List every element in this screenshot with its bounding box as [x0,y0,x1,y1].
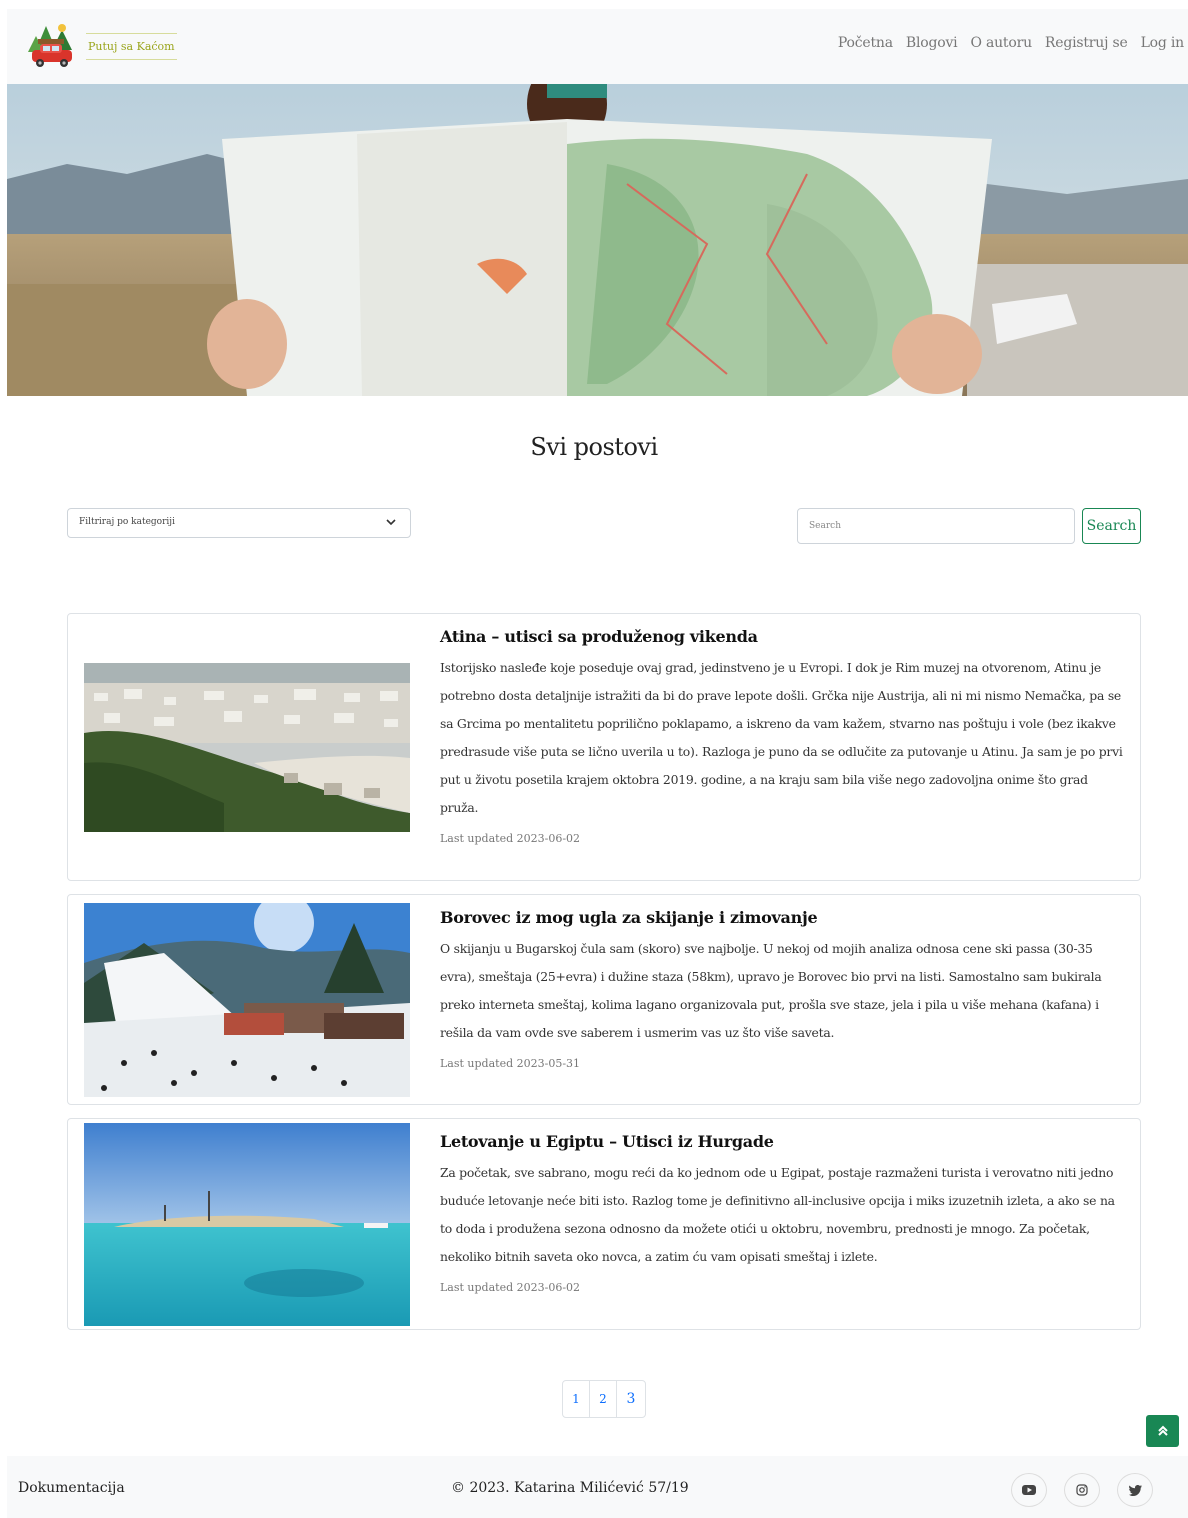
post-excerpt: Za početak, sve sabrano, mogu reći da ko… [440,1165,1115,1264]
post-card[interactable]: Borovec iz mog ugla za skijanje i zimova… [67,894,1141,1105]
navbar: Putuj sa Kaćom Početna Blogovi O autoru … [7,9,1188,84]
post-card[interactable]: Atina – utisci sa produženog vikenda Ist… [67,613,1141,881]
nav-item-registruj-se[interactable]: Registruj se [1045,35,1128,51]
post-body: Letovanje u Egiptu – Utisci iz Hurgade Z… [440,1132,1124,1294]
hero-image [7,84,1188,396]
car-camping-logo-icon [28,24,72,67]
athens-city-view-image [84,663,410,832]
page-title: Svi postovi [530,433,658,461]
search-button[interactable]: Search [1082,508,1141,544]
post-updated: Last updated 2023-06-02 [440,832,581,845]
post-excerpt: O skijanju u Bugarskoj čula sam (skoro) … [440,941,1102,1040]
brand-link[interactable]: Putuj sa Kaćom [24,20,177,72]
post-updated: Last updated 2023-05-31 [440,1057,581,1070]
nav-item-pocetna[interactable]: Početna [838,35,893,51]
borovets-ski-slope-image [84,903,410,1097]
pagination: 1 2 3 [562,1380,646,1418]
back-to-top-button[interactable] [1146,1415,1179,1447]
chevron-down-icon [386,519,396,526]
brand-name: Putuj sa Kaćom [86,32,177,60]
twitter-link[interactable] [1117,1473,1153,1507]
category-filter-value: Filtriraj po kategoriji [79,517,175,527]
post-image-hurghada [84,1123,410,1326]
page-link-2[interactable]: 2 [589,1380,617,1418]
footer: Dokumentacija © 2023. Katarina Milićević… [7,1456,1188,1518]
main-nav: Početna Blogovi O autoru Registruj se Lo… [838,35,1184,51]
instagram-icon [1076,1484,1088,1496]
post-updated: Last updated 2023-06-02 [440,1281,581,1294]
woman-reading-map-image [7,84,1188,396]
post-body: Borovec iz mog ugla za skijanje i zimova… [440,908,1124,1070]
post-image-borovets [84,903,410,1097]
footer-copyright: © 2023. Katarina Milićević 57/19 [451,1480,689,1496]
double-chevron-up-icon [1157,1425,1168,1436]
post-body: Atina – utisci sa produženog vikenda Ist… [440,627,1124,845]
post-excerpt: Istorijsko nasleđe koje poseduje ovaj gr… [440,660,1123,815]
youtube-link[interactable] [1011,1473,1047,1507]
nav-item-blogovi[interactable]: Blogovi [906,35,958,51]
post-image-athens [84,663,410,832]
footer-documentation-link[interactable]: Dokumentacija [18,1480,125,1496]
page-link-3[interactable]: 3 [616,1380,646,1418]
instagram-link[interactable] [1064,1473,1100,1507]
nav-item-o-autoru[interactable]: O autoru [970,35,1032,51]
page-link-1[interactable]: 1 [562,1380,590,1418]
nav-item-log-in[interactable]: Log in [1141,35,1185,51]
post-card[interactable]: Letovanje u Egiptu – Utisci iz Hurgade Z… [67,1118,1141,1330]
post-title[interactable]: Borovec iz mog ugla za skijanje i zimova… [440,908,1124,927]
category-filter-select[interactable]: Filtriraj po kategoriji [67,508,411,538]
post-title[interactable]: Letovanje u Egiptu – Utisci iz Hurgade [440,1132,1124,1151]
twitter-icon [1128,1484,1142,1496]
search-input[interactable] [797,508,1075,544]
post-title[interactable]: Atina – utisci sa produženog vikenda [440,627,1124,646]
youtube-icon [1022,1485,1036,1495]
hurghada-sea-image [84,1123,410,1326]
